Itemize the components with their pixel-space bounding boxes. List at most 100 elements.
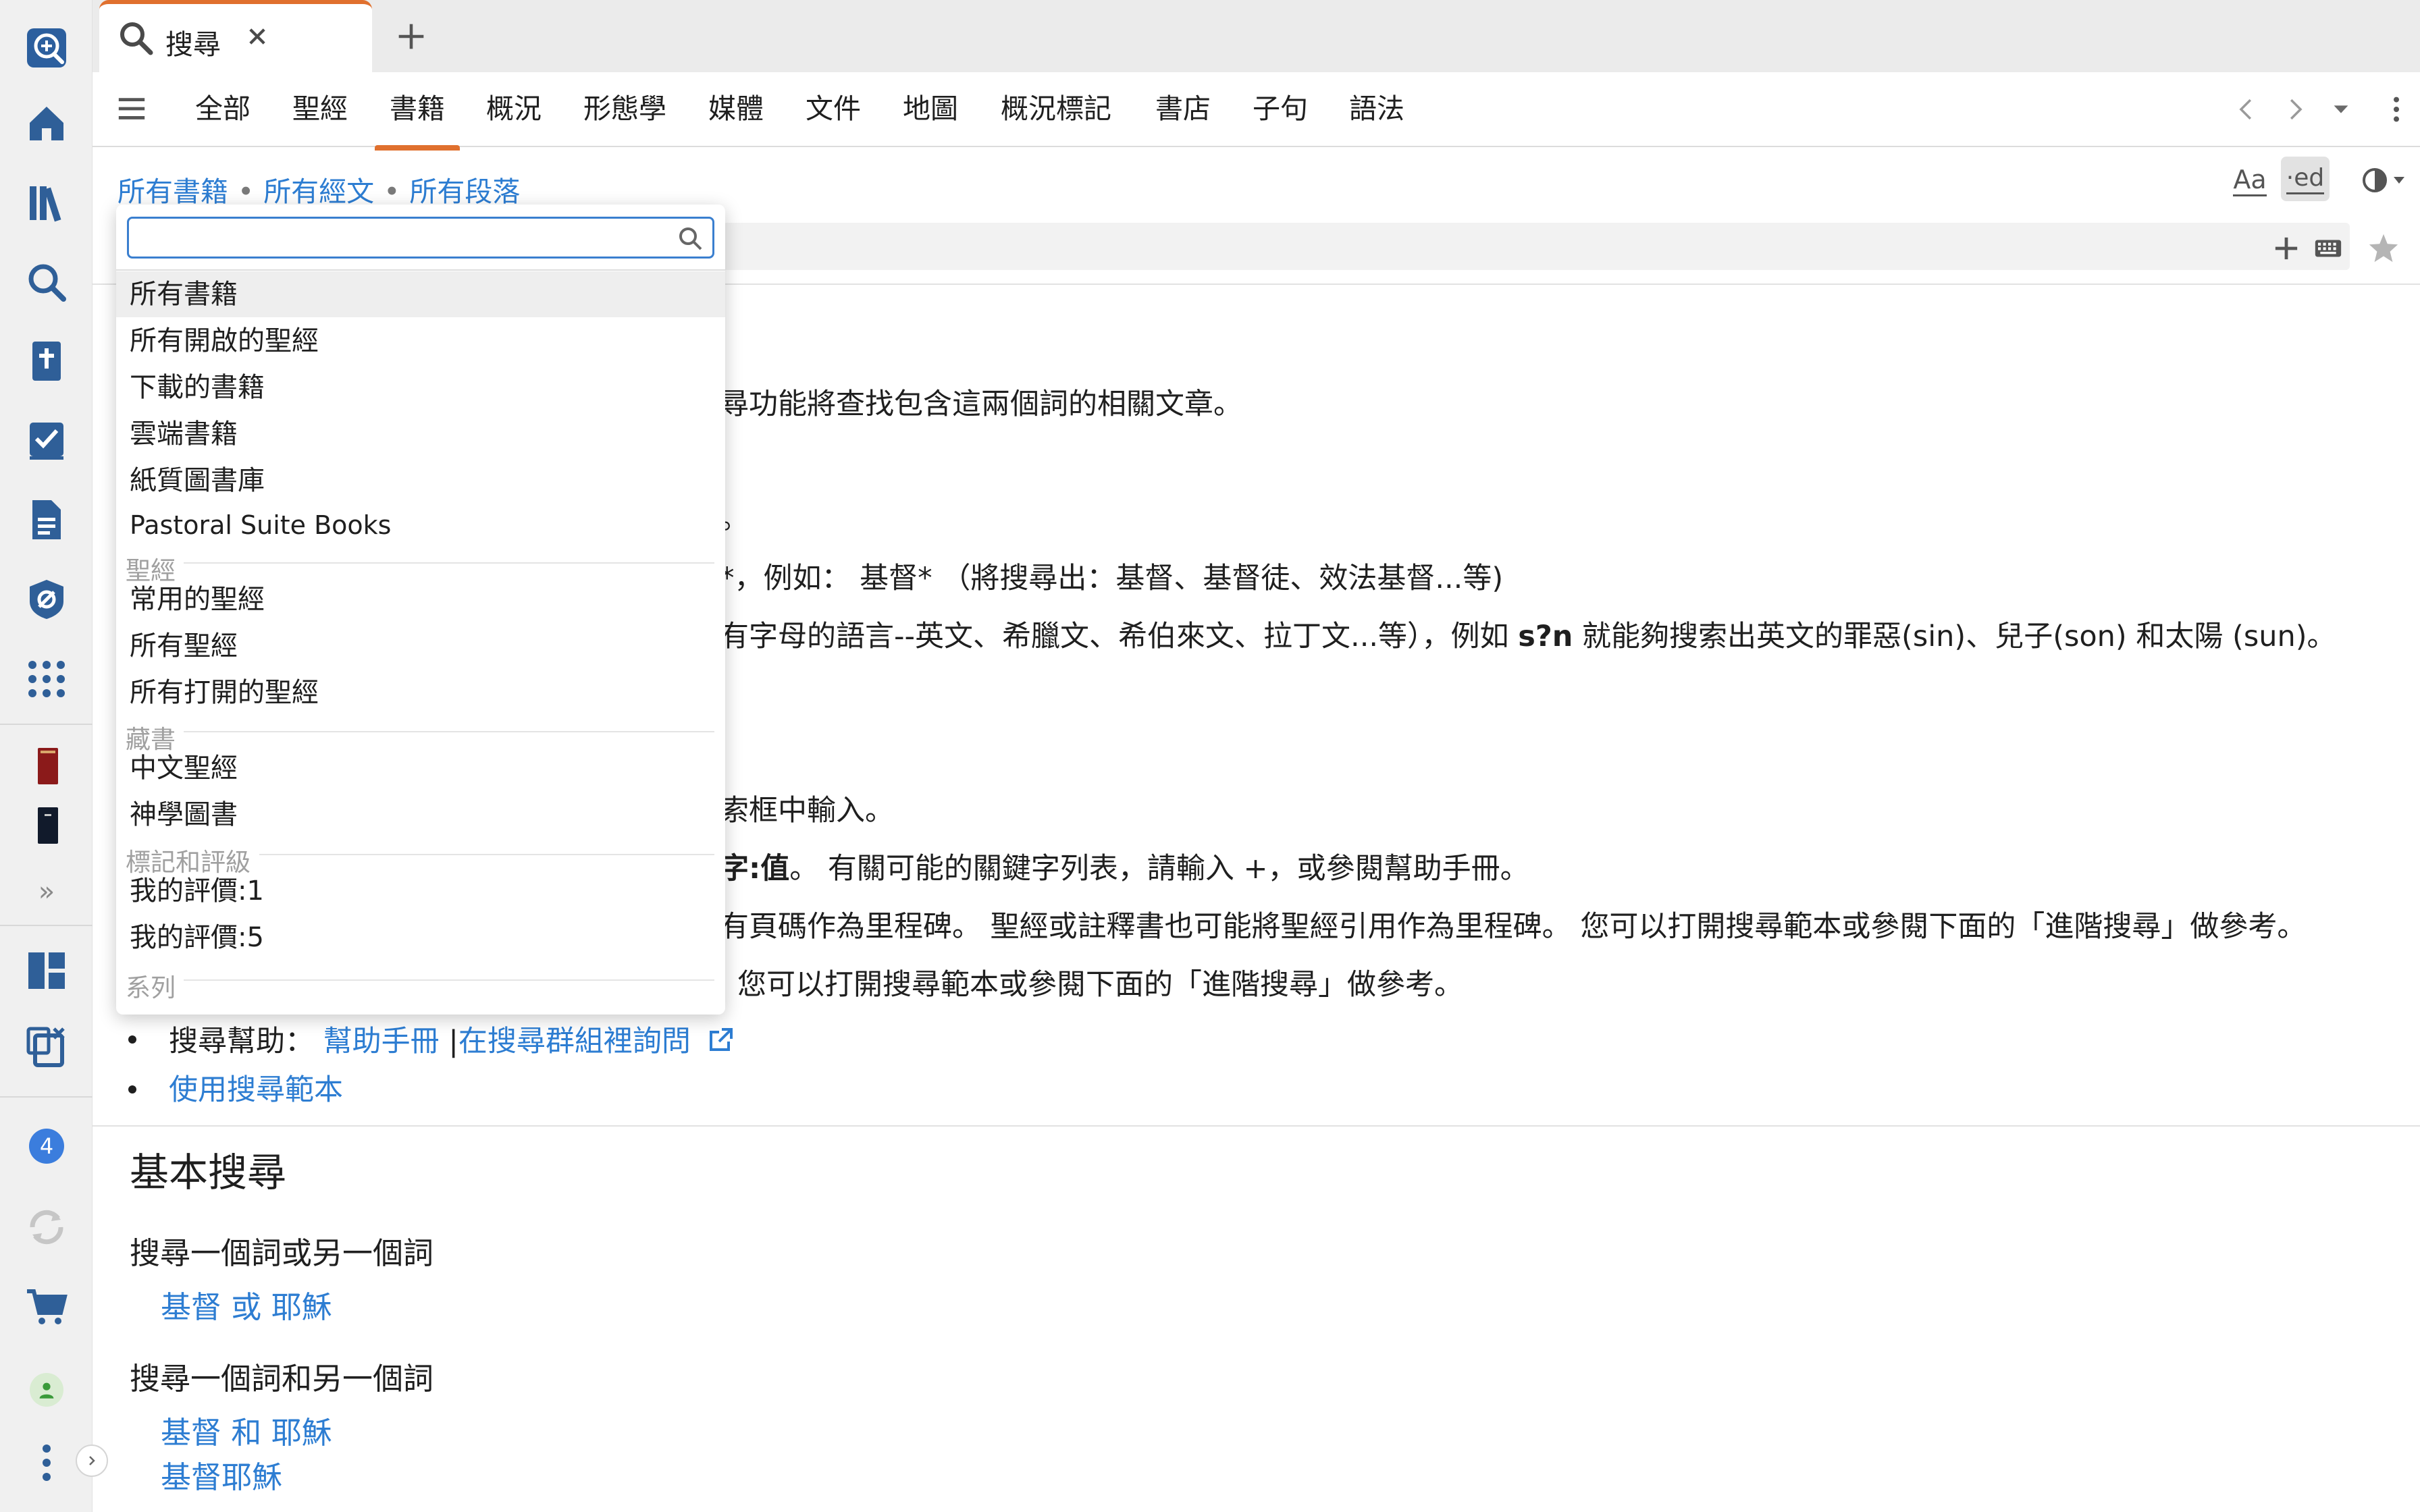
- search-query-bar[interactable]: [716, 223, 2350, 270]
- tab-clauses[interactable]: 子句: [1253, 90, 1308, 130]
- and-search-example-2[interactable]: 基督耶穌: [161, 1453, 282, 1496]
- tab-maps[interactable]: 地圖: [903, 90, 958, 130]
- ed-label: ·ed: [2286, 164, 2325, 194]
- scope-option-downloaded[interactable]: 下載的書籍: [116, 364, 725, 410]
- tab-bookstore[interactable]: 書店: [1155, 90, 1211, 130]
- tab-media[interactable]: 媒體: [708, 90, 764, 130]
- new-tab-button[interactable]: [390, 15, 433, 58]
- use-search-template-link[interactable]: 使用搜尋範本: [169, 1066, 343, 1108]
- search-type-nav: 全部 聖經 書籍 概況 形態學 媒體 文件 地圖 概況標記 書店 子句 語法: [93, 72, 2420, 151]
- wildcard-example: s?n: [1518, 620, 1573, 653]
- group-label-series: 系列: [126, 973, 176, 1002]
- tab-search[interactable]: 搜尋: [99, 0, 372, 72]
- library-icon[interactable]: [18, 174, 76, 232]
- tab-morphology[interactable]: 形態學: [583, 90, 666, 130]
- tab-books[interactable]: 書籍: [375, 90, 460, 151]
- breadcrumb-passages[interactable]: 所有經文: [263, 176, 374, 208]
- collapse-sidebar-button[interactable]: [76, 1444, 108, 1477]
- scope-option-rating-5[interactable]: 我的評價:5: [116, 915, 725, 961]
- tab-overview-tags[interactable]: 概況標記: [1001, 90, 1111, 130]
- apps-grid-icon[interactable]: [18, 650, 76, 708]
- field-syntax: 字:值: [720, 852, 790, 886]
- sidebar-divider: [0, 724, 93, 725]
- scope-option-theology-books[interactable]: 神學圖書: [116, 792, 725, 838]
- group-divider: [259, 854, 714, 855]
- scope-option-all-bibles[interactable]: 所有聖經: [116, 623, 725, 669]
- breadcrumb-books[interactable]: 所有書籍: [117, 176, 228, 208]
- group-divider: [184, 979, 714, 981]
- tab-documents[interactable]: 文件: [806, 90, 861, 130]
- tasks-icon[interactable]: [18, 412, 76, 470]
- or-search-example[interactable]: 基督 或 耶穌: [161, 1282, 332, 1326]
- history-dropdown-button[interactable]: [2322, 88, 2360, 130]
- search-icon[interactable]: [18, 253, 76, 311]
- sync-icon[interactable]: [18, 1198, 76, 1256]
- scope-option-pastoral-suite[interactable]: Pastoral Suite Books: [116, 502, 725, 548]
- tab-syntax[interactable]: 語法: [1349, 90, 1404, 130]
- search-help-row: 搜尋幫助： 幫助手冊 |在搜尋群組裡詢問: [169, 1018, 734, 1060]
- group-divider: [184, 731, 714, 732]
- documents-icon[interactable]: [18, 491, 76, 549]
- back-button[interactable]: [2226, 88, 2264, 130]
- sidebar-divider: [0, 925, 93, 926]
- breadcrumb: 所有書籍 • 所有經文 • 所有段落: [117, 169, 520, 209]
- recent-book-dark-icon[interactable]: [18, 796, 76, 855]
- section-divider: [93, 1125, 2420, 1127]
- help-line-5: 索框中輸入。: [720, 794, 894, 828]
- font-size-button[interactable]: Aa: [2228, 158, 2271, 202]
- expand-recent-icon[interactable]: »: [18, 863, 76, 921]
- help-line-4: 有字母的語言--英文、希臘文、希伯來文、拉丁文...等），例如 s?n 就能夠搜…: [720, 620, 2336, 653]
- and-search-example-1[interactable]: 基督 和 耶穌: [161, 1408, 332, 1452]
- breadcrumb-separator: •: [238, 176, 255, 208]
- dashboard-icon[interactable]: [18, 942, 76, 1000]
- notifications-badge[interactable]: 4: [18, 1117, 76, 1175]
- scope-option-cloud[interactable]: 雲端書籍: [116, 411, 725, 457]
- inflected-forms-toggle[interactable]: ·ed: [2281, 157, 2330, 201]
- group-divider: [184, 562, 714, 564]
- guides-icon[interactable]: [18, 570, 76, 628]
- scope-option-common-bibles[interactable]: 常用的聖經: [116, 576, 725, 622]
- help-manual-link[interactable]: 幫助手冊: [323, 1025, 440, 1058]
- panel-menu-button[interactable]: [2377, 88, 2415, 130]
- section-title-basic-search: 基本搜尋: [130, 1150, 287, 1195]
- tab-bible[interactable]: 聖經: [292, 90, 348, 130]
- home-icon[interactable]: [18, 94, 76, 153]
- logos-app-icon[interactable]: [18, 19, 76, 77]
- help-line-7: 有頁碼作為里程碑。 聖經或註釋書也可能將聖經引用作為里程碑。 您可以打開搜尋範本…: [720, 910, 2307, 944]
- scope-option-all-books[interactable]: 所有書籍: [116, 271, 725, 317]
- recent-book-red-icon[interactable]: [18, 737, 76, 795]
- close-icon: [249, 28, 265, 45]
- clippings-icon[interactable]: [18, 1018, 76, 1076]
- scope-filter-input[interactable]: [127, 217, 714, 259]
- visual-filter-button[interactable]: [2357, 158, 2411, 202]
- add-search-term-button[interactable]: [2267, 230, 2305, 267]
- account-avatar[interactable]: [18, 1361, 76, 1419]
- scope-option-open-bibles[interactable]: 所有開啟的聖經: [116, 318, 725, 364]
- close-tab-button[interactable]: [238, 18, 276, 55]
- help-line-3: *，例如： 基督* （將搜尋出：基督、基督徒、效法基督...等): [720, 562, 1504, 595]
- virtual-keyboard-button[interactable]: [2308, 230, 2348, 267]
- external-link-icon: [709, 1028, 733, 1051]
- search-icon: [120, 22, 153, 55]
- scope-option-chinese-bibles[interactable]: 中文聖經: [116, 745, 725, 791]
- more-vertical-icon[interactable]: [18, 1434, 76, 1492]
- scope-option-all-open-bibles[interactable]: 所有打開的聖經: [116, 670, 725, 716]
- hamburger-menu-button[interactable]: [113, 90, 151, 128]
- breadcrumb-sections[interactable]: 所有段落: [409, 176, 520, 208]
- tab-all[interactable]: 全部: [195, 90, 251, 130]
- help-line-8: 您可以打開搜尋範本或參閱下面的「進階搜尋」做參考。: [737, 968, 1463, 1002]
- tab-strip: 搜尋: [93, 0, 2420, 72]
- forward-button[interactable]: [2278, 88, 2315, 130]
- save-search-button[interactable]: [2362, 227, 2405, 270]
- bible-icon[interactable]: [18, 332, 76, 390]
- hamburger-icon: [118, 98, 145, 119]
- contrast-icon: [2363, 168, 2404, 192]
- left-sidebar: » 4: [0, 0, 108, 1512]
- scope-option-print-library[interactable]: 紙質圖書庫: [116, 458, 725, 504]
- tab-overview[interactable]: 概況: [486, 90, 542, 130]
- cart-icon[interactable]: [18, 1278, 76, 1336]
- help-line-1: 尋功能將查找包含這兩個詞的相關文章。: [720, 387, 1242, 421]
- ask-forum-link[interactable]: 在搜尋群組裡詢問: [458, 1025, 691, 1058]
- scope-option-rating-1[interactable]: 我的評價:1: [116, 868, 725, 914]
- dropdown-divider: [116, 269, 725, 271]
